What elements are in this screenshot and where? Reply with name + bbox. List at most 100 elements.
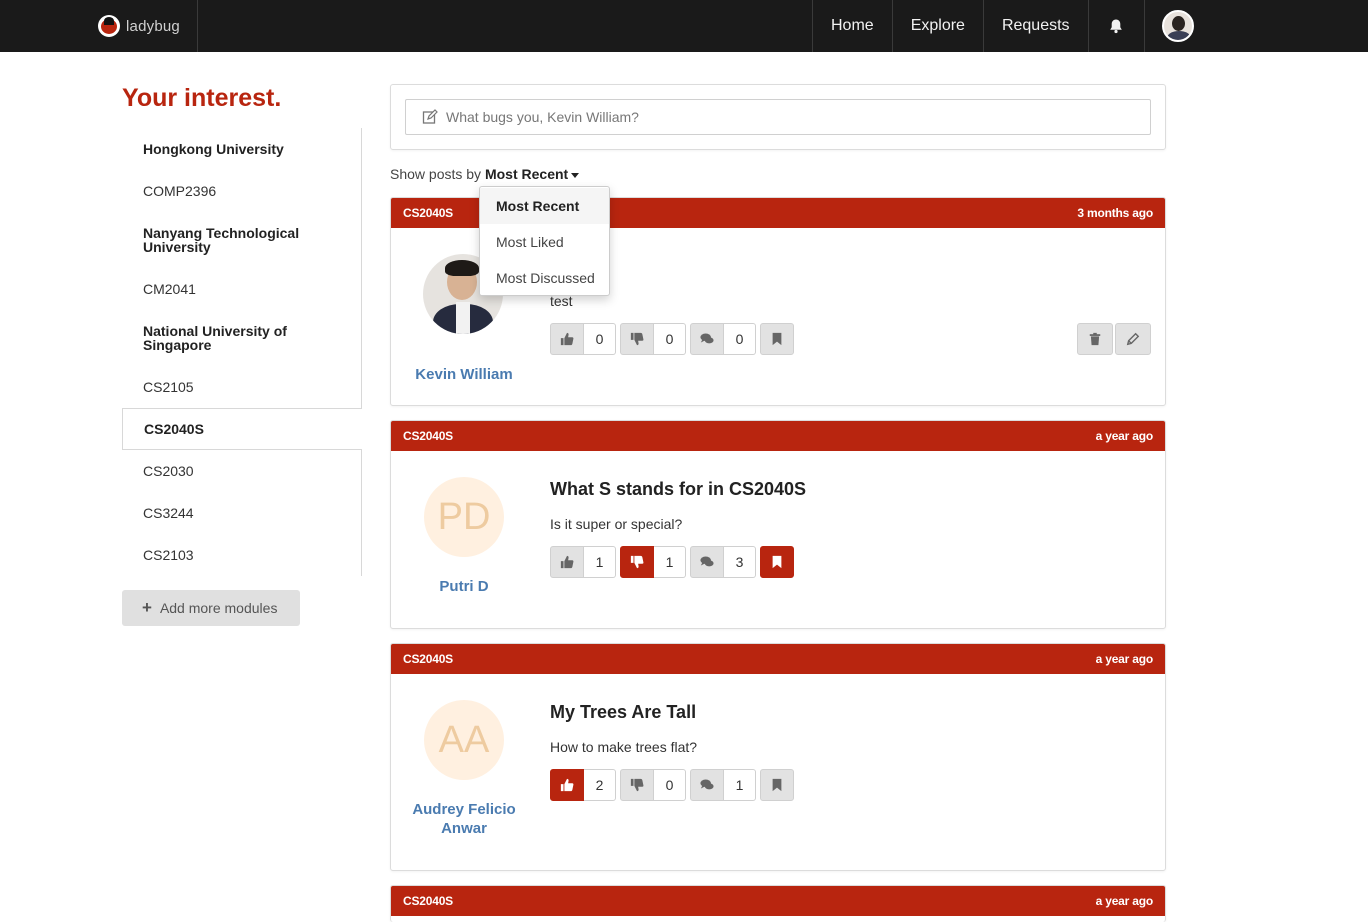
brand-link[interactable]: ladybug <box>98 0 198 52</box>
nav-menu: Home Explore Requests <box>812 0 1212 52</box>
bookmark-button[interactable] <box>760 546 794 578</box>
thumbs-up-icon <box>560 332 574 346</box>
sidebar-item-comp2396[interactable]: COMP2396 <box>122 170 361 212</box>
edit-icon <box>422 109 438 124</box>
sidebar-item-cm2041[interactable]: CM2041 <box>122 268 361 310</box>
plus-icon: + <box>142 598 152 617</box>
like-count: 1 <box>584 546 616 578</box>
post-author: AA Audrey Felicio Anwar <box>391 700 537 838</box>
dislike-button[interactable] <box>620 546 654 578</box>
comment-button[interactable] <box>690 323 724 355</box>
post-actions: 1 1 3 <box>550 546 794 578</box>
nav-requests[interactable]: Requests <box>982 0 1088 52</box>
delete-post-button[interactable] <box>1077 323 1113 355</box>
sidebar-item-cs2040s[interactable]: CS2040S <box>122 408 362 450</box>
author-name-link[interactable]: Putri D <box>391 577 537 596</box>
dislike-count: 0 <box>654 769 686 801</box>
dislike-button[interactable] <box>620 769 654 801</box>
author-avatar[interactable]: PD <box>424 477 504 557</box>
post-module-tag[interactable]: CS2040S <box>403 894 453 908</box>
post-title[interactable]: My Trees Are Tall <box>550 702 696 723</box>
comment-button[interactable] <box>690 546 724 578</box>
like-button[interactable] <box>550 769 584 801</box>
post-actions: 2 0 1 <box>550 769 794 801</box>
comment-count: 0 <box>724 323 756 355</box>
owner-actions <box>1077 323 1151 355</box>
edit-post-button[interactable] <box>1115 323 1151 355</box>
ladybug-logo-icon <box>98 15 120 37</box>
interest-list: Hongkong University COMP2396 Nanyang Tec… <box>122 128 362 576</box>
sidebar-item-cs2105[interactable]: CS2105 <box>122 366 361 408</box>
post-content: Is it super or special? <box>550 516 683 532</box>
dislike-count: 1 <box>654 546 686 578</box>
post-actions: 0 0 0 <box>550 323 794 355</box>
bookmark-icon <box>772 778 782 792</box>
post-body: PD Putri D What S stands for in CS2040S … <box>391 451 1165 628</box>
thumbs-up-icon <box>560 778 574 792</box>
sort-dropdown-toggle[interactable]: Most Recent <box>484 166 580 182</box>
trash-icon <box>1089 332 1101 346</box>
caret-down-icon <box>571 172 580 178</box>
avatar <box>1162 10 1195 42</box>
post-content: How to make trees flat? <box>550 739 698 755</box>
brand-name: ladybug <box>126 17 180 35</box>
post-author: PD Putri D <box>391 477 537 596</box>
post-module-tag[interactable]: CS2040S <box>403 429 453 443</box>
notifications-button[interactable] <box>1087 0 1144 52</box>
post-header: CS2040S a year ago <box>391 644 1165 674</box>
comment-button[interactable] <box>690 769 724 801</box>
author-name-link[interactable]: Kevin William <box>391 365 537 384</box>
post-time: a year ago <box>1095 429 1154 443</box>
sidebar-item-cs2030[interactable]: CS2030 <box>122 450 361 492</box>
nav-home[interactable]: Home <box>812 0 892 52</box>
post-header: CS2040S a year ago <box>391 421 1165 451</box>
like-button[interactable] <box>550 323 584 355</box>
add-modules-button[interactable]: + Add more modules <box>122 590 300 626</box>
top-navbar: ladybug Home Explore Requests <box>0 0 1368 52</box>
bookmark-icon <box>772 555 782 569</box>
add-modules-label: Add more modules <box>159 600 278 616</box>
bookmark-button[interactable] <box>760 323 794 355</box>
sidebar-item-hongkong-university[interactable]: Hongkong University <box>122 128 361 170</box>
comments-icon <box>700 556 714 567</box>
composer-placeholder: What bugs you, Kevin William? <box>446 109 639 125</box>
like-button[interactable] <box>550 546 584 578</box>
nav-explore[interactable]: Explore <box>891 0 983 52</box>
post-card: CS2040S a year ago PD Putri D What S sta… <box>390 420 1166 629</box>
author-avatar[interactable]: AA <box>424 700 504 780</box>
sidebar-item-cs2103[interactable]: CS2103 <box>122 534 361 576</box>
sort-prefix: Show posts by <box>390 166 482 182</box>
pencil-icon <box>1126 332 1140 346</box>
like-count: 2 <box>584 769 616 801</box>
sort-option-most-discussed[interactable]: Most Discussed <box>480 260 609 296</box>
post-card: CS2040S a year ago AA Audrey Felicio Anw… <box>390 643 1166 871</box>
post-time: a year ago <box>1095 894 1154 908</box>
thumbs-down-icon <box>630 332 644 346</box>
sidebar-item-nus[interactable]: National University of Singapore <box>122 310 361 366</box>
post-module-tag[interactable]: CS2040S <box>403 206 453 220</box>
sidebar-item-ntu[interactable]: Nanyang Technological University <box>122 212 361 268</box>
comments-icon <box>700 333 714 344</box>
post-module-tag[interactable]: CS2040S <box>403 652 453 666</box>
profile-menu-button[interactable] <box>1143 0 1212 52</box>
comment-count: 1 <box>724 769 756 801</box>
post-title[interactable]: What S stands for in CS2040S <box>550 479 806 500</box>
sort-option-most-liked[interactable]: Most Liked <box>480 224 609 260</box>
bell-icon <box>1110 19 1122 34</box>
bookmark-button[interactable] <box>760 769 794 801</box>
sort-selected-label: Most Recent <box>484 166 569 182</box>
new-post-input[interactable]: What bugs you, Kevin William? <box>405 99 1151 135</box>
post-time: a year ago <box>1095 652 1154 666</box>
dislike-button[interactable] <box>620 323 654 355</box>
dislike-count: 0 <box>654 323 686 355</box>
comments-icon <box>700 779 714 790</box>
sort-control: Show posts by Most Recent <box>390 166 580 182</box>
sort-option-most-recent[interactable]: Most Recent <box>480 188 609 224</box>
post-time: 3 months ago <box>1077 206 1153 220</box>
author-name-link[interactable]: Audrey Felicio Anwar <box>391 800 537 838</box>
comment-count: 3 <box>724 546 756 578</box>
post-header: CS2040S a year ago <box>391 886 1165 916</box>
sidebar-item-cs3244[interactable]: CS3244 <box>122 492 361 534</box>
thumbs-up-icon <box>560 555 574 569</box>
bookmark-icon <box>772 332 782 346</box>
